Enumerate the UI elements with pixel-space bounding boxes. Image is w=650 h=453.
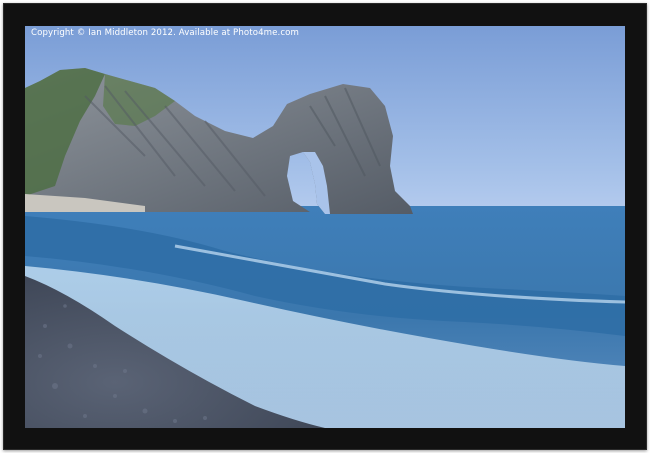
photo: Copyright © Ian Middleton 2012. Availabl… (25, 26, 625, 428)
copyright-watermark: Copyright © Ian Middleton 2012. Availabl… (31, 28, 299, 38)
framed-print: Copyright © Ian Middleton 2012. Availabl… (0, 0, 650, 453)
landscape-photo (25, 26, 625, 428)
